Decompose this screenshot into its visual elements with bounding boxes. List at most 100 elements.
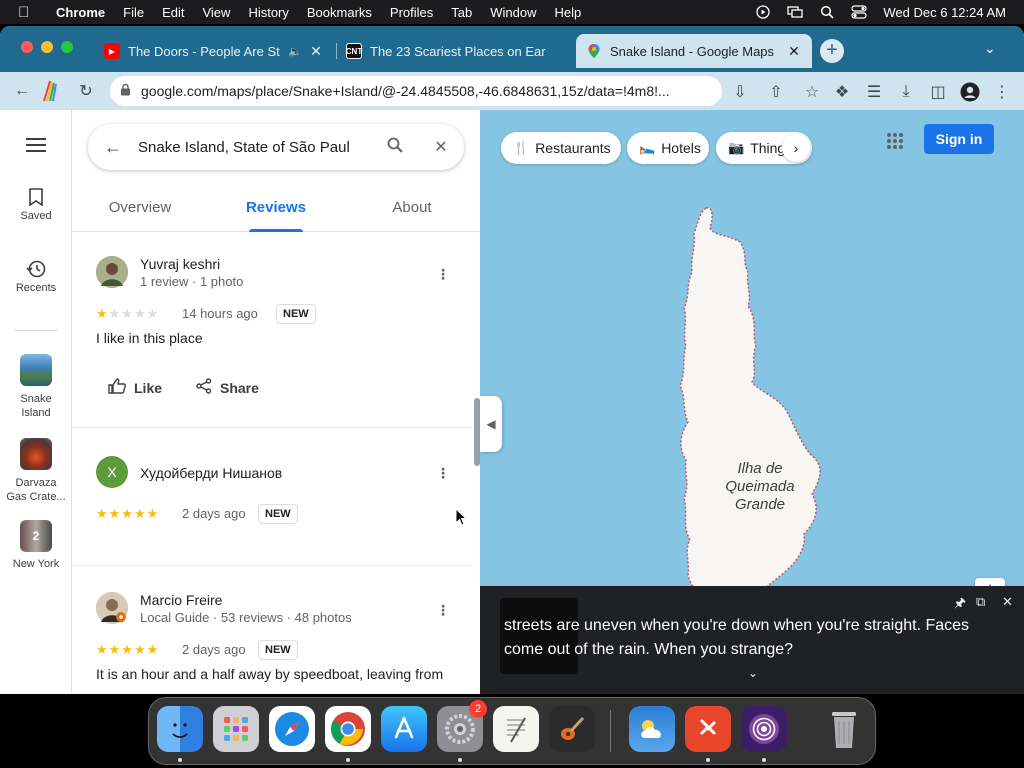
menu-window[interactable]: Window (490, 5, 536, 20)
close-window-button[interactable] (21, 41, 33, 53)
mouse-cursor (455, 508, 467, 526)
control-center-icon[interactable] (851, 5, 867, 19)
menu-tab[interactable]: Tab (451, 5, 472, 20)
speaker-icon[interactable]: 🔈 (288, 45, 302, 58)
weather-icon[interactable] (629, 706, 675, 752)
macos-dock: 2 (148, 697, 876, 765)
menu-app-name[interactable]: Chrome (56, 5, 105, 20)
media-queue-icon[interactable]: ☰ (860, 78, 888, 106)
tab-snake-island-maps[interactable]: Snake Island - Google Maps ✕ (576, 34, 812, 68)
maps-search-box[interactable]: ← Snake Island, State of São Paul ✕ (88, 124, 464, 170)
lock-icon[interactable] (120, 83, 131, 99)
chip-restaurants[interactable]: 🍴 Restaurants (501, 132, 621, 164)
rail-item-saved[interactable]: Saved (0, 188, 72, 222)
textedit-icon[interactable] (493, 706, 539, 752)
rainbow-extension-icon[interactable] (36, 77, 64, 105)
extensions-puzzle-icon[interactable]: ❖ (828, 78, 856, 106)
like-label: Like (134, 379, 163, 396)
menu-help[interactable]: Help (555, 5, 582, 20)
tab-about[interactable]: About (344, 184, 480, 231)
like-button[interactable]: Like (108, 378, 162, 397)
launchpad-icon[interactable] (213, 706, 259, 752)
more-options-icon[interactable]: ⋮ (436, 602, 450, 619)
side-panel-icon[interactable]: ◫ (924, 78, 952, 106)
reviewer-name[interactable]: Yuvraj keshri (140, 256, 220, 272)
clear-search-icon[interactable]: ✕ (418, 137, 464, 157)
search-input[interactable]: Snake Island, State of São Paul (138, 139, 372, 156)
app-store-icon[interactable] (381, 706, 427, 752)
zoom-window-button[interactable] (61, 41, 73, 53)
expand-icon[interactable]: ⧉ (976, 594, 985, 610)
menu-history[interactable]: History (248, 5, 288, 20)
share-button[interactable]: Share (196, 378, 259, 397)
spotlight-search-icon[interactable] (819, 5, 835, 19)
bookmark-star-icon[interactable]: ☆ (798, 78, 826, 106)
menu-edit[interactable]: Edit (162, 5, 184, 20)
downloads-icon[interactable]: ⤓ (892, 78, 920, 106)
profile-avatar-icon[interactable] (956, 78, 984, 106)
reviewer-avatar[interactable] (96, 592, 128, 624)
close-caption-icon[interactable]: ✕ (1002, 594, 1013, 610)
more-options-icon[interactable]: ⋮ (436, 465, 450, 482)
tab-search-chevron-icon[interactable]: ⌄ (984, 40, 996, 57)
rail-item-darvaza[interactable]: Darvaza Gas Crate... (0, 438, 72, 504)
chrome-icon[interactable] (325, 706, 371, 752)
running-indicator (458, 758, 462, 762)
new-badge: NEW (258, 504, 298, 524)
close-tab-icon[interactable]: ✕ (786, 43, 802, 60)
tab-reviews[interactable]: Reviews (208, 184, 344, 232)
chevron-down-icon[interactable]: ⌄ (748, 666, 758, 680)
share-icon[interactable]: ⇧ (762, 78, 790, 106)
menu-hamburger-icon[interactable] (0, 138, 72, 155)
reviewer-name[interactable]: Худойберди Нишанов (140, 465, 282, 481)
install-app-icon[interactable]: ⇩ (726, 78, 754, 106)
rail-item-snake-island[interactable]: Snake Island (0, 354, 72, 420)
place-panel: ← Snake Island, State of São Paul ✕ Over… (72, 110, 480, 694)
share-label: Share (220, 379, 259, 396)
menu-profiles[interactable]: Profiles (390, 5, 433, 20)
chip-hotels[interactable]: 🛌 Hotels (627, 132, 709, 164)
back-arrow-icon[interactable]: ← (8, 77, 36, 105)
chevron-right-icon[interactable]: › (782, 134, 810, 162)
rail-item-new-york[interactable]: 2 New York (0, 520, 72, 570)
screen-mirroring-icon[interactable] (787, 5, 804, 19)
more-options-icon[interactable]: ⋮ (436, 266, 450, 283)
safari-icon[interactable] (269, 706, 315, 752)
menu-clock[interactable]: Wed Dec 6 12:24 AM (883, 5, 1006, 20)
play-icon[interactable] (755, 5, 771, 19)
reviewer-name[interactable]: Marcio Freire (140, 592, 222, 608)
apple-icon[interactable]:  (18, 4, 40, 21)
garageband-icon[interactable] (549, 706, 595, 752)
history-icon (0, 260, 72, 282)
menu-file[interactable]: File (123, 5, 144, 20)
rail-item-label: Darvaza Gas Crate... (6, 477, 66, 503)
reload-icon[interactable]: ↻ (72, 77, 100, 105)
finder-icon[interactable] (157, 706, 203, 752)
tab-youtube-the-doors[interactable]: ▶ The Doors - People Are St 🔈 ✕ (94, 34, 334, 68)
fork-knife-icon: 🍴 (513, 140, 530, 155)
new-tab-button[interactable]: + (820, 39, 844, 63)
rail-item-label: Snake Island (20, 393, 52, 419)
rail-item-recents[interactable]: Recents (0, 260, 72, 294)
trash-icon[interactable] (821, 706, 867, 752)
reviewer-avatar[interactable]: Х (96, 456, 128, 488)
close-tab-icon[interactable]: ✕ (308, 43, 324, 60)
chrome-menu-icon[interactable]: ⋮ (988, 78, 1016, 106)
browser-toolbar: ← ↻ google.com/maps/place/Snake+Island/@… (0, 72, 1024, 110)
live-caption-bubble: streets are uneven when you're down when… (480, 586, 1024, 694)
remote-desktop-icon[interactable] (685, 706, 731, 752)
collapse-panel-button[interactable]: ◀ (480, 396, 502, 452)
tab-overview[interactable]: Overview (72, 184, 208, 231)
google-apps-grid-icon[interactable] (886, 132, 906, 152)
minimize-window-button[interactable] (41, 41, 53, 53)
address-bar[interactable]: google.com/maps/place/Snake+Island/@-24.… (110, 76, 722, 106)
reviewer-avatar[interactable] (96, 256, 128, 288)
sign-in-button[interactable]: Sign in (924, 124, 994, 154)
tor-browser-icon[interactable] (741, 706, 787, 752)
menu-view[interactable]: View (202, 5, 230, 20)
search-icon[interactable] (372, 137, 418, 158)
tab-scariest-places[interactable]: CNT The 23 Scariest Places on Ear (336, 34, 576, 68)
pin-icon[interactable]: 🖈 (954, 594, 966, 616)
menu-bookmarks[interactable]: Bookmarks (307, 5, 372, 20)
back-arrow-icon[interactable]: ← (88, 137, 138, 158)
